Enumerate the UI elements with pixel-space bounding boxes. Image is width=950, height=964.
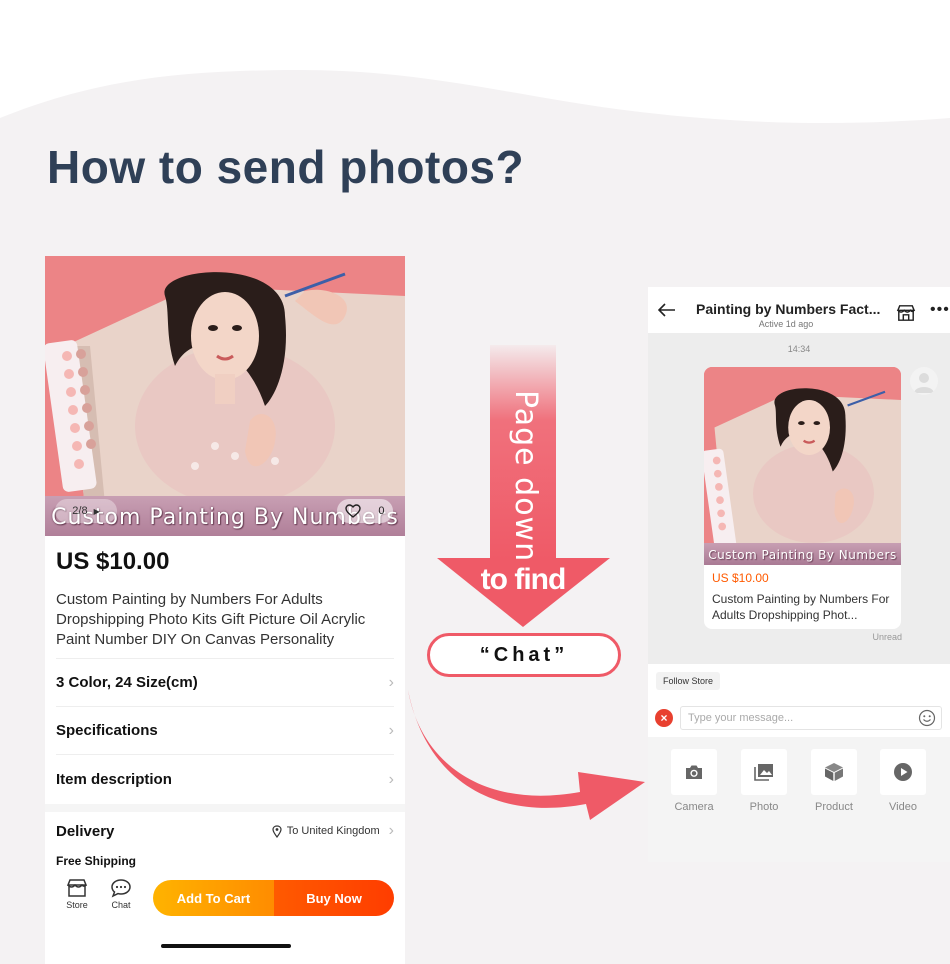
product-price: US $10.00 (56, 548, 170, 575)
message-product-image: Custom Painting By Numbers (704, 367, 901, 565)
product-label: Product (815, 801, 853, 813)
emoji-icon[interactable] (918, 709, 936, 727)
chevron-right-icon: › (388, 721, 394, 739)
play-icon: ▶ (93, 506, 100, 516)
top-wave-decoration (0, 0, 950, 123)
painting-photo (45, 256, 405, 536)
unread-status: Unread (872, 632, 902, 642)
image-counter[interactable]: 2/8 ▶ (55, 499, 117, 523)
chat-screen: Painting by Numbers Fact... Active 1d ag… (648, 287, 950, 862)
close-icon[interactable]: × (655, 709, 673, 727)
video-tool[interactable]: Video (880, 749, 926, 813)
item-description-row[interactable]: Item description › (56, 754, 394, 804)
ship-to[interactable]: To United Kingdom › (272, 822, 394, 840)
product-icon (825, 763, 843, 781)
camera-icon (686, 765, 702, 779)
image-counter-text: 2/8 (72, 505, 88, 517)
store-label: Store (66, 900, 88, 910)
product-title: Custom Painting by Numbers For Adults Dr… (56, 591, 366, 648)
attachment-tools: Camera Photo Product Video (648, 737, 950, 862)
avatar (910, 367, 938, 395)
message-timestamp: 14:34 (787, 344, 811, 354)
more-options-icon[interactable]: ••• (930, 301, 950, 319)
curved-arrow-graphic (408, 690, 645, 820)
chat-active-status: Active 1d ago (758, 319, 814, 329)
product-tool[interactable]: Product (811, 749, 857, 813)
painting-photo-thumb (704, 367, 901, 565)
chevron-right-icon: › (388, 673, 394, 691)
product-page-screen: Custom Painting By Numbers 2/8 ▶ 0 US $1… (45, 256, 405, 964)
back-arrow-icon[interactable] (658, 303, 676, 317)
like-button[interactable]: 0 (337, 499, 393, 523)
add-to-cart-button[interactable]: Add To Cart (153, 880, 274, 916)
camera-label: Camera (674, 801, 714, 813)
photo-tool[interactable]: Photo (741, 749, 787, 813)
chat-store-title: Painting by Numbers Fact... (696, 301, 881, 317)
chat-pill-label: “Chat” (427, 633, 621, 677)
buy-now-button[interactable]: Buy Now (274, 880, 394, 916)
page-headline: How to send photos? (47, 141, 525, 193)
heart-icon (345, 504, 362, 518)
page-down-text: Page down (508, 390, 543, 563)
chat-icon (111, 879, 131, 898)
variant-label: 3 Color, 24 Size(cm) (56, 674, 198, 691)
photo-label: Photo (749, 801, 779, 813)
message-card-title: Custom Painting by Numbers For Adults Dr… (712, 592, 890, 622)
camera-tool[interactable]: Camera (671, 749, 717, 813)
variant-row[interactable]: 3 Color, 24 Size(cm) › (56, 658, 394, 706)
home-indicator[interactable] (161, 944, 291, 948)
user-avatar-icon (914, 373, 934, 393)
product-image[interactable]: Custom Painting By Numbers 2/8 ▶ 0 (45, 256, 405, 536)
chat-label: Chat (111, 900, 131, 910)
message-banner-text: Custom Painting By Numbers (708, 548, 897, 562)
item-description-label: Item description (56, 771, 172, 788)
product-message-card[interactable]: Custom Painting By Numbers US $10.00 Cus… (704, 367, 901, 629)
message-input[interactable] (680, 706, 942, 730)
chat-header: Painting by Numbers Fact... Active 1d ag… (648, 287, 950, 333)
store-icon[interactable] (896, 304, 916, 322)
chevron-right-icon: › (388, 770, 394, 788)
message-card-price: US $10.00 (712, 571, 769, 585)
specifications-row[interactable]: Specifications › (56, 706, 394, 754)
delivery-label: Delivery (56, 822, 115, 840)
free-shipping-text: Free Shipping (56, 854, 137, 868)
location-pin-icon (272, 824, 282, 838)
like-count: 0 (378, 505, 385, 517)
store-icon (66, 879, 88, 897)
photo-icon (754, 764, 773, 781)
video-icon (894, 763, 912, 781)
follow-store-button[interactable]: Follow Store (656, 672, 721, 690)
message-image-banner: Custom Painting By Numbers (704, 543, 901, 565)
product-info-card: US $10.00 Custom Painting by Numbers For… (45, 536, 405, 804)
ship-to-text: To United Kingdom (286, 825, 380, 837)
bottom-action-bar: Store Chat Add To Cart Buy Now (45, 868, 405, 964)
chat-button[interactable]: Chat (106, 878, 136, 910)
chevron-right-icon: › (388, 822, 394, 839)
store-button[interactable]: Store (62, 878, 92, 910)
specifications-label: Specifications (56, 722, 158, 739)
video-label: Video (889, 801, 917, 813)
to-find-text: to find (480, 563, 567, 596)
chat-composer: Follow Store × Camera Photo Produc (648, 664, 950, 862)
